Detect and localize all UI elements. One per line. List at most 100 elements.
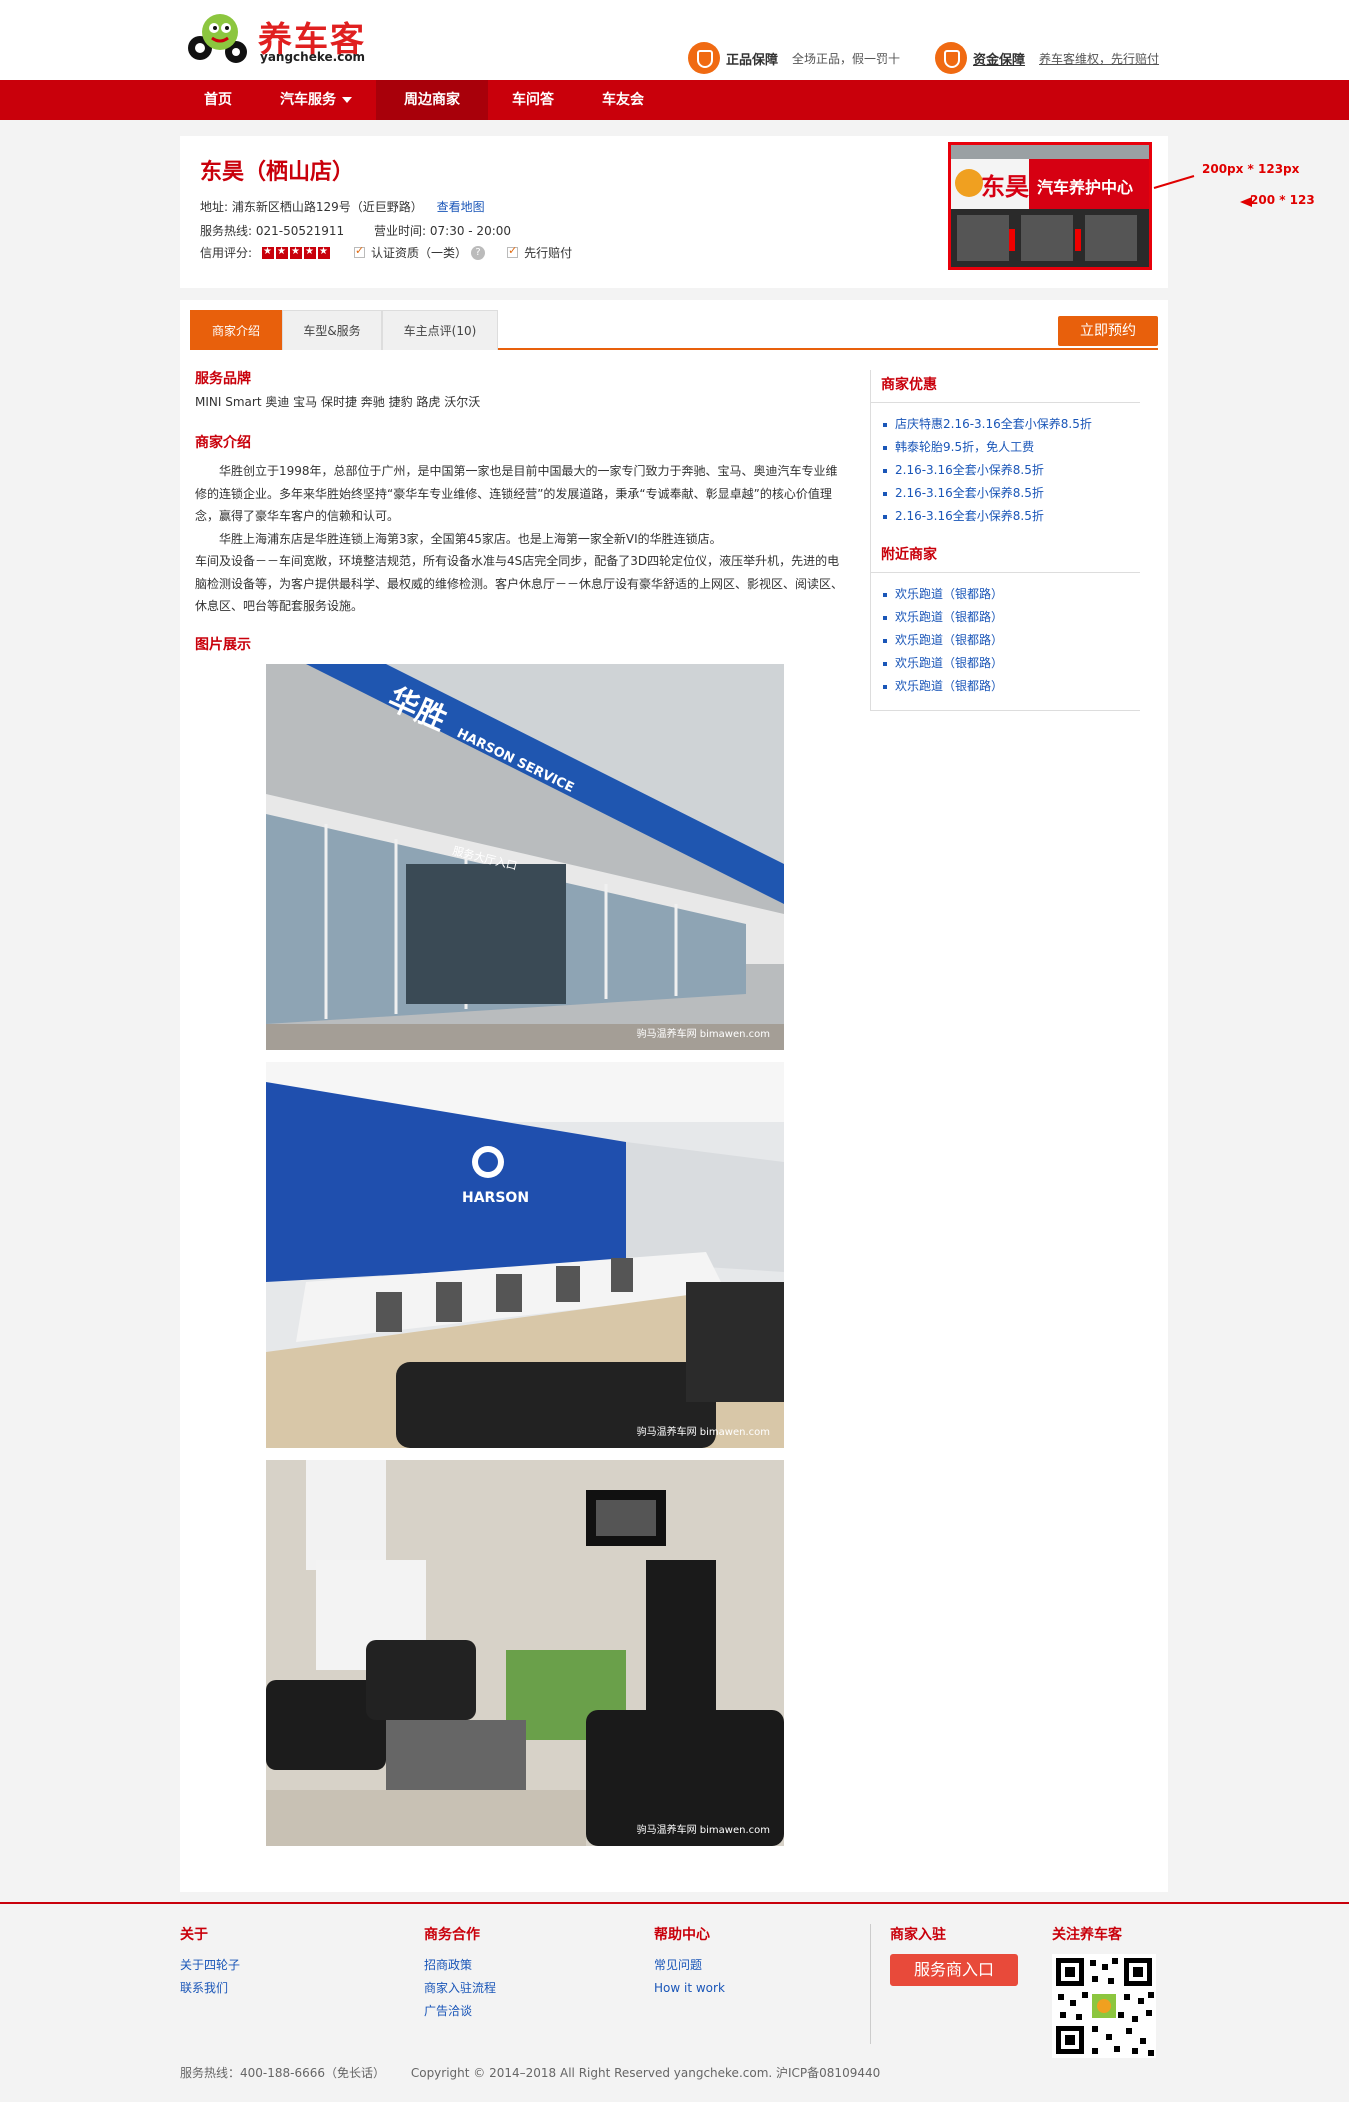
- help-icon[interactable]: ?: [471, 245, 486, 260]
- store-summary: 东昊（栖山店） 地址: 浦东新区栖山路129号（近巨野路） 查看地图 服务热线:…: [180, 136, 1168, 288]
- nearby-title: 附近商家: [871, 540, 1140, 573]
- footer-divider: [870, 1924, 871, 2044]
- photo-watermark: 驹马温养车网 bimawen.com: [636, 1825, 770, 1836]
- shield-icon: [935, 42, 967, 74]
- guarantee-desc: 全场正品，假一罚十: [792, 51, 901, 66]
- tab-models-services[interactable]: 车型&服务: [282, 310, 382, 350]
- logo-url: yangcheke.com: [260, 50, 366, 64]
- service-hall-image: HARSON: [266, 1062, 784, 1448]
- star-icon: [290, 246, 303, 259]
- hours-label: 营业时间:: [374, 224, 427, 238]
- nearby-item[interactable]: 欢乐跑道（银都路）: [881, 652, 1140, 675]
- sign-brand: 东昊: [981, 173, 1029, 201]
- size-annotation: 200px * 123px: [1202, 162, 1300, 176]
- footer-hotline: 服务热线：400-188-6666（免长话）: [180, 2066, 386, 2080]
- offer-item[interactable]: 2.16-3.16全套小保养8.5折: [881, 482, 1140, 505]
- tab-reviews[interactable]: 车主点评(10): [382, 310, 498, 350]
- photo-watermark: 驹马温养车网 bimawen.com: [636, 1427, 770, 1438]
- top-header: 养车客 yangcheke.com 正品保障 全场正品，假一罚十 资金保障 养车…: [0, 0, 1349, 80]
- footer-join-title: 商家入驻: [890, 1927, 946, 1943]
- footer-link[interactable]: 广告洽谈: [424, 2000, 496, 2023]
- store-phone: 021-50521911: [255, 224, 345, 238]
- nearby-box: 附近商家 欢乐跑道（银都路） 欢乐跑道（银都路） 欢乐跑道（银都路） 欢乐跑道（…: [870, 540, 1140, 711]
- building-exterior-image: 华胜 HARSON SERVICE 服务大厅入口: [266, 664, 784, 1050]
- footer-link[interactable]: 招商政策: [424, 1954, 496, 1977]
- cert-badge: 认证资质（一类）: [371, 246, 468, 260]
- prepay-badge: 先行赔付: [524, 246, 573, 260]
- site-footer: 关于 关于四轮子 联系我们 商务合作 招商政策 商家入驻流程 广告洽谈 帮助中心…: [0, 1902, 1349, 2102]
- checkbox-icon: [507, 244, 519, 258]
- lounge-image: [266, 1460, 784, 1846]
- store-hours: 07:30 - 20:00: [429, 224, 512, 238]
- offer-item[interactable]: 韩泰轮胎9.5折，免人工费: [881, 436, 1140, 459]
- star-icon: [262, 246, 275, 259]
- footer-help-title: 帮助中心: [654, 1927, 710, 1943]
- address-label: 地址:: [200, 200, 229, 214]
- nearby-item[interactable]: 欢乐跑道（银都路）: [881, 583, 1140, 606]
- photo-gallery: 华胜 HARSON SERVICE 服务大厅入口 驹马温养车网 bimawen.…: [266, 664, 784, 1858]
- size-annotation-secondary: 200 * 123: [1250, 193, 1315, 207]
- intro-paragraph: 华胜创立于1998年，总部位于广州，是中国第一家也是目前中国最大的一家专门致力于…: [195, 464, 838, 523]
- store-rating-line: 信用评分: 认证资质（一类） ? 先行赔付: [200, 244, 572, 261]
- footer-follow-title: 关注养车客: [1052, 1927, 1122, 1943]
- brands-title: 服务品牌: [195, 371, 251, 387]
- nav-item-club[interactable]: 车友会: [578, 80, 668, 120]
- tab-intro[interactable]: 商家介绍: [190, 310, 282, 350]
- main-nav: 首页 汽车服务 周边商家 车问答 车友会: [0, 80, 1349, 120]
- footer-link[interactable]: 联系我们: [180, 1977, 240, 2000]
- site-logo[interactable]: 养车客 yangcheke.com: [186, 10, 368, 66]
- star-icon: [304, 246, 317, 259]
- footer-follow: 关注养车客: [1052, 1924, 1156, 2058]
- view-map-link[interactable]: 查看地图: [437, 200, 485, 214]
- qr-code-icon: [1052, 1954, 1156, 2058]
- nearby-item[interactable]: 欢乐跑道（银都路）: [881, 675, 1140, 698]
- offers-box: 商家优惠 店庆特惠2.16-3.16全套小保养8.5折 韩泰轮胎9.5折，免人工…: [870, 370, 1140, 540]
- intro-title: 商家介绍: [195, 435, 251, 451]
- guarantee-desc[interactable]: 养车客维权，先行赔付: [1039, 50, 1159, 67]
- gallery-photo[interactable]: 华胜 HARSON SERVICE 服务大厅入口 驹马温养车网 bimawen.…: [266, 664, 784, 1050]
- nav-item-home[interactable]: 首页: [180, 80, 256, 120]
- store-photo[interactable]: 东昊 汽车养护中心: [948, 142, 1152, 270]
- sidebar: 商家优惠 店庆特惠2.16-3.16全套小保养8.5折 韩泰轮胎9.5折，免人工…: [870, 370, 1140, 711]
- footer-about: 关于 关于四轮子 联系我们: [180, 1924, 240, 2000]
- merchant-entry-button[interactable]: 服务商入口: [890, 1954, 1018, 1986]
- offer-item[interactable]: 2.16-3.16全套小保养8.5折: [881, 459, 1140, 482]
- nav-item-nearby[interactable]: 周边商家: [376, 80, 488, 120]
- footer-business-title: 商务合作: [424, 1927, 480, 1943]
- offer-item[interactable]: 店庆特惠2.16-3.16全套小保养8.5折: [881, 413, 1140, 436]
- nav-item-qa[interactable]: 车问答: [488, 80, 578, 120]
- checkbox-icon: [354, 244, 366, 258]
- phone-label: 服务热线:: [200, 224, 253, 238]
- main-content: 商家介绍 车型&服务 车主点评(10) 立即预约 服务品牌 MINI Smart…: [180, 300, 1168, 1892]
- guarantee-title[interactable]: 资金保障: [973, 49, 1025, 68]
- guarantee-funds[interactable]: 资金保障 养车客维权，先行赔付: [935, 42, 1159, 74]
- footer-link[interactable]: How it work: [654, 1977, 725, 2000]
- store-address-line: 地址: 浦东新区栖山路129号（近巨野路） 查看地图: [200, 198, 485, 215]
- nearby-item[interactable]: 欢乐跑道（银都路）: [881, 629, 1140, 652]
- star-icon: [318, 246, 331, 259]
- sign-text: 汽车养护中心: [1037, 178, 1133, 197]
- nearby-item[interactable]: 欢乐跑道（银都路）: [881, 606, 1140, 629]
- intro-paragraph: 车间及设备－－车间宽敞，环境整洁规范，所有设备水准与4S店完全同步，配备了3D四…: [195, 554, 844, 613]
- footer-business: 商务合作 招商政策 商家入驻流程 广告洽谈: [424, 1924, 496, 2023]
- offer-item[interactable]: 2.16-3.16全套小保养8.5折: [881, 505, 1140, 528]
- footer-about-title: 关于: [180, 1927, 208, 1943]
- footer-copyright: Copyright © 2014–2018 All Right Reserved…: [410, 2066, 881, 2080]
- brands-list: MINI Smart 奥迪 宝马 保时捷 奔驰 捷豹 路虎 沃尔沃: [195, 395, 481, 409]
- footer-join: 商家入驻 服务商入口: [890, 1924, 1018, 1986]
- gallery-photo[interactable]: HARSON 驹马温养车网 bimawen.com: [266, 1062, 784, 1448]
- storefront-image: 东昊 汽车养护中心: [951, 145, 1149, 267]
- logo-mascot-icon: [188, 14, 247, 63]
- rating-stars: [262, 246, 332, 259]
- footer-link[interactable]: 常见问题: [654, 1954, 725, 1977]
- gallery-title: 图片展示: [195, 637, 251, 653]
- photo-watermark: 驹马温养车网 bimawen.com: [636, 1029, 770, 1040]
- gallery-photo[interactable]: 驹马温养车网 bimawen.com: [266, 1460, 784, 1846]
- footer-link[interactable]: 商家入驻流程: [424, 1977, 496, 2000]
- chevron-down-icon: [342, 97, 352, 103]
- footer-link[interactable]: 关于四轮子: [180, 1954, 240, 1977]
- intro-paragraph: 华胜上海浦东店是华胜连锁上海第3家，全国第45家店。也是上海第一家全新VI的华胜…: [219, 531, 722, 546]
- book-now-button[interactable]: 立即预约: [1058, 316, 1158, 346]
- offers-title: 商家优惠: [871, 370, 1140, 403]
- nav-item-car-service[interactable]: 汽车服务: [256, 80, 376, 120]
